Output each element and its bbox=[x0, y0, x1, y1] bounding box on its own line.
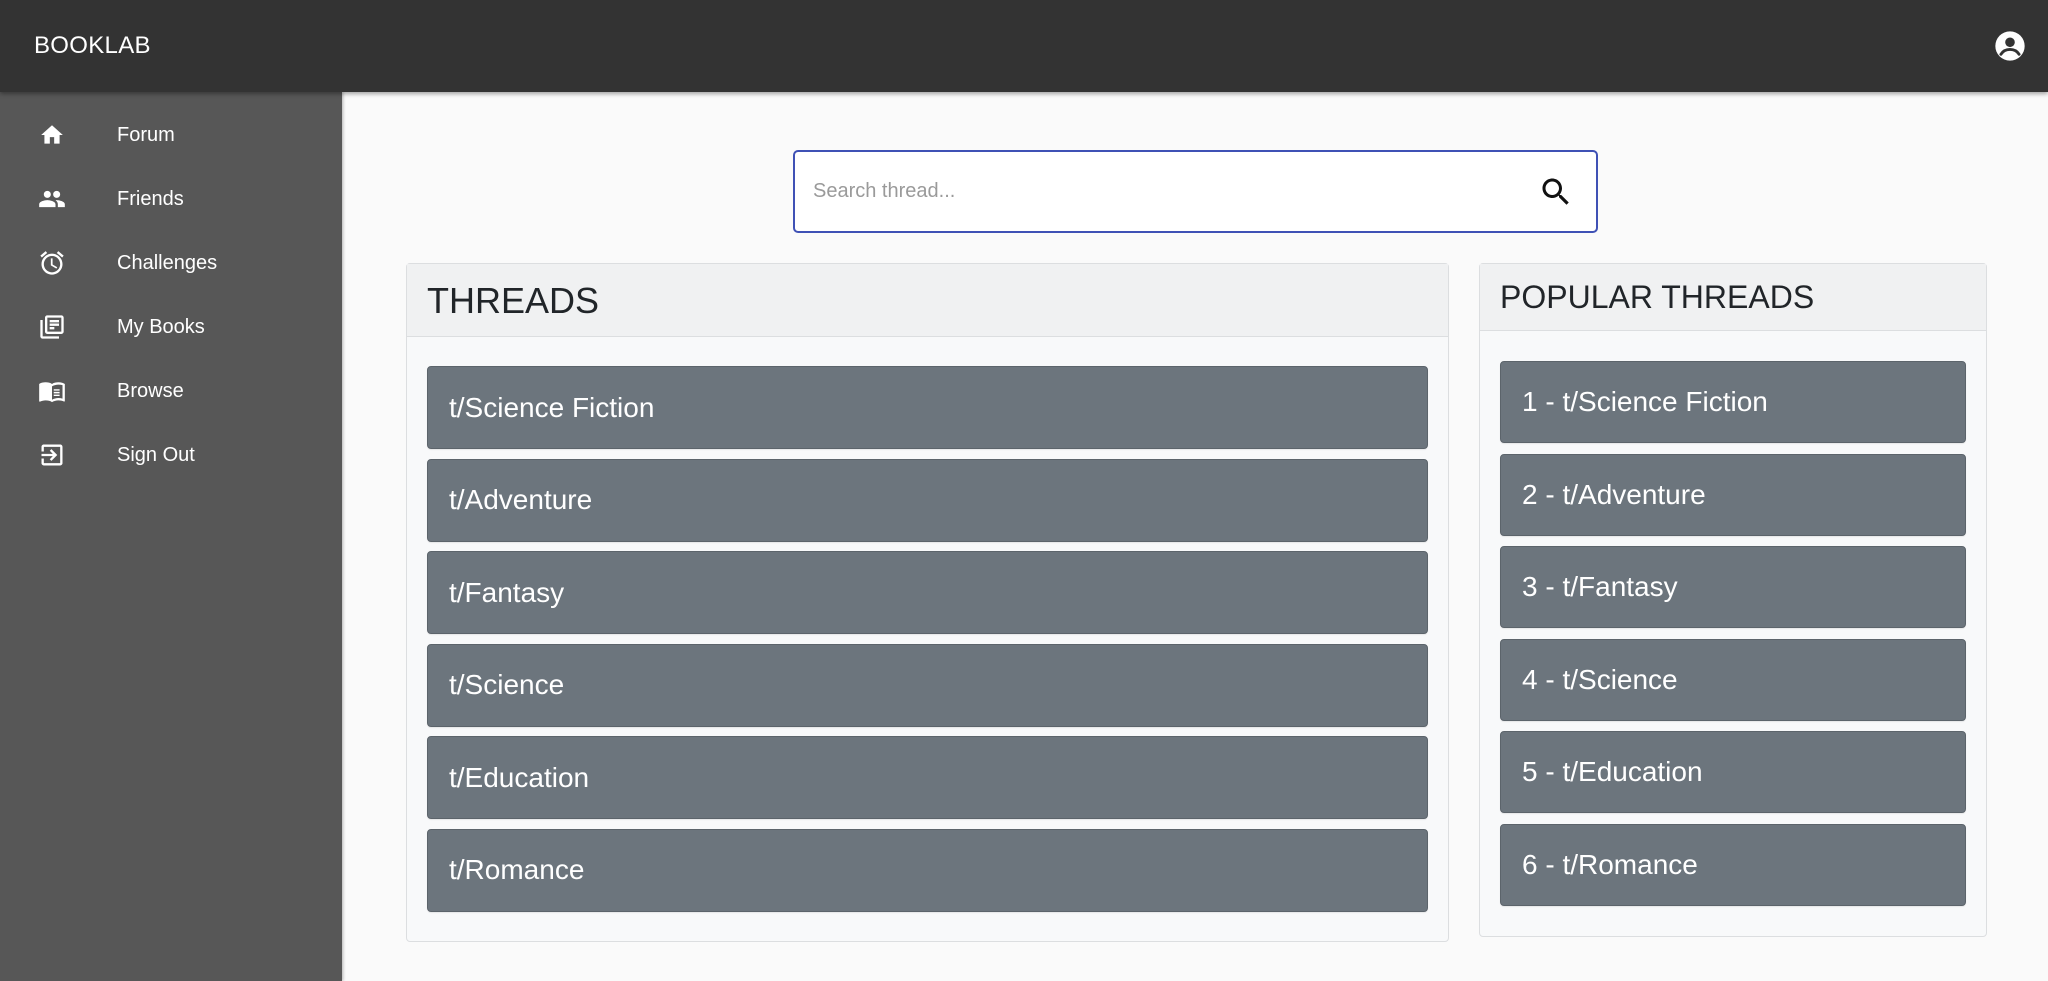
sidebar-item-label: Friends bbox=[117, 187, 184, 210]
brand-title: BOOKLAB bbox=[34, 32, 151, 59]
people-icon bbox=[38, 185, 66, 213]
popular-threads-list: 1 - t/Science Fiction 2 - t/Adventure 3 … bbox=[1500, 361, 1966, 917]
sidebar-item-browse[interactable]: Browse bbox=[0, 359, 342, 423]
popular-thread-button[interactable]: 3 - t/Fantasy bbox=[1500, 546, 1966, 629]
thread-button[interactable]: t/Science bbox=[427, 643, 1428, 727]
popular-thread-button[interactable]: 1 - t/Science Fiction bbox=[1500, 361, 1966, 443]
open-book-icon bbox=[38, 377, 66, 405]
sidebar-item-label: Challenges bbox=[117, 251, 218, 274]
thread-button[interactable]: t/Education bbox=[427, 736, 1428, 820]
app-bar: BOOKLAB bbox=[0, 0, 2048, 92]
sidebar-item-my-books[interactable]: My Books bbox=[0, 295, 342, 359]
sign-out-icon bbox=[38, 441, 66, 469]
account-icon[interactable] bbox=[1994, 30, 2026, 62]
home-icon bbox=[38, 121, 66, 149]
popular-thread-button[interactable]: 4 - t/Science bbox=[1500, 638, 1966, 721]
thread-button[interactable]: t/Romance bbox=[427, 828, 1428, 912]
sidebar-item-challenges[interactable]: Challenges bbox=[0, 231, 342, 295]
popular-thread-button[interactable]: 6 - t/Romance bbox=[1500, 823, 1966, 906]
popular-thread-button[interactable]: 2 - t/Adventure bbox=[1500, 453, 1966, 536]
sidebar-item-sign-out[interactable]: Sign Out bbox=[0, 423, 342, 487]
sidebar-item-forum[interactable]: Forum bbox=[0, 103, 342, 167]
library-books-icon bbox=[38, 313, 66, 341]
threads-title: THREADS bbox=[407, 264, 1448, 337]
search-input[interactable] bbox=[813, 152, 1513, 231]
popular-thread-button[interactable]: 5 - t/Education bbox=[1500, 731, 1966, 814]
search-icon[interactable] bbox=[1538, 174, 1574, 210]
thread-button[interactable]: t/Fantasy bbox=[427, 551, 1428, 635]
search-bar bbox=[793, 150, 1598, 233]
thread-button[interactable]: t/Adventure bbox=[427, 458, 1428, 542]
thread-button[interactable]: t/Science Fiction bbox=[427, 366, 1428, 449]
popular-threads-title: POPULAR THREADS bbox=[1480, 264, 1986, 331]
sidebar-item-label: Forum bbox=[117, 123, 175, 146]
sidebar-item-label: My Books bbox=[117, 315, 205, 338]
sidebar-item-label: Sign Out bbox=[117, 443, 195, 466]
threads-card: THREADS t/Science Fiction t/Adventure t/… bbox=[406, 263, 1449, 942]
sidebar-item-friends[interactable]: Friends bbox=[0, 167, 342, 231]
sidebar: Forum Friends Challenges My Books Browse… bbox=[0, 92, 342, 981]
alarm-icon bbox=[38, 249, 66, 277]
threads-list: t/Science Fiction t/Adventure t/Fantasy … bbox=[427, 366, 1428, 922]
sidebar-item-label: Browse bbox=[117, 379, 184, 402]
popular-threads-card: POPULAR THREADS 1 - t/Science Fiction 2 … bbox=[1479, 263, 1987, 937]
